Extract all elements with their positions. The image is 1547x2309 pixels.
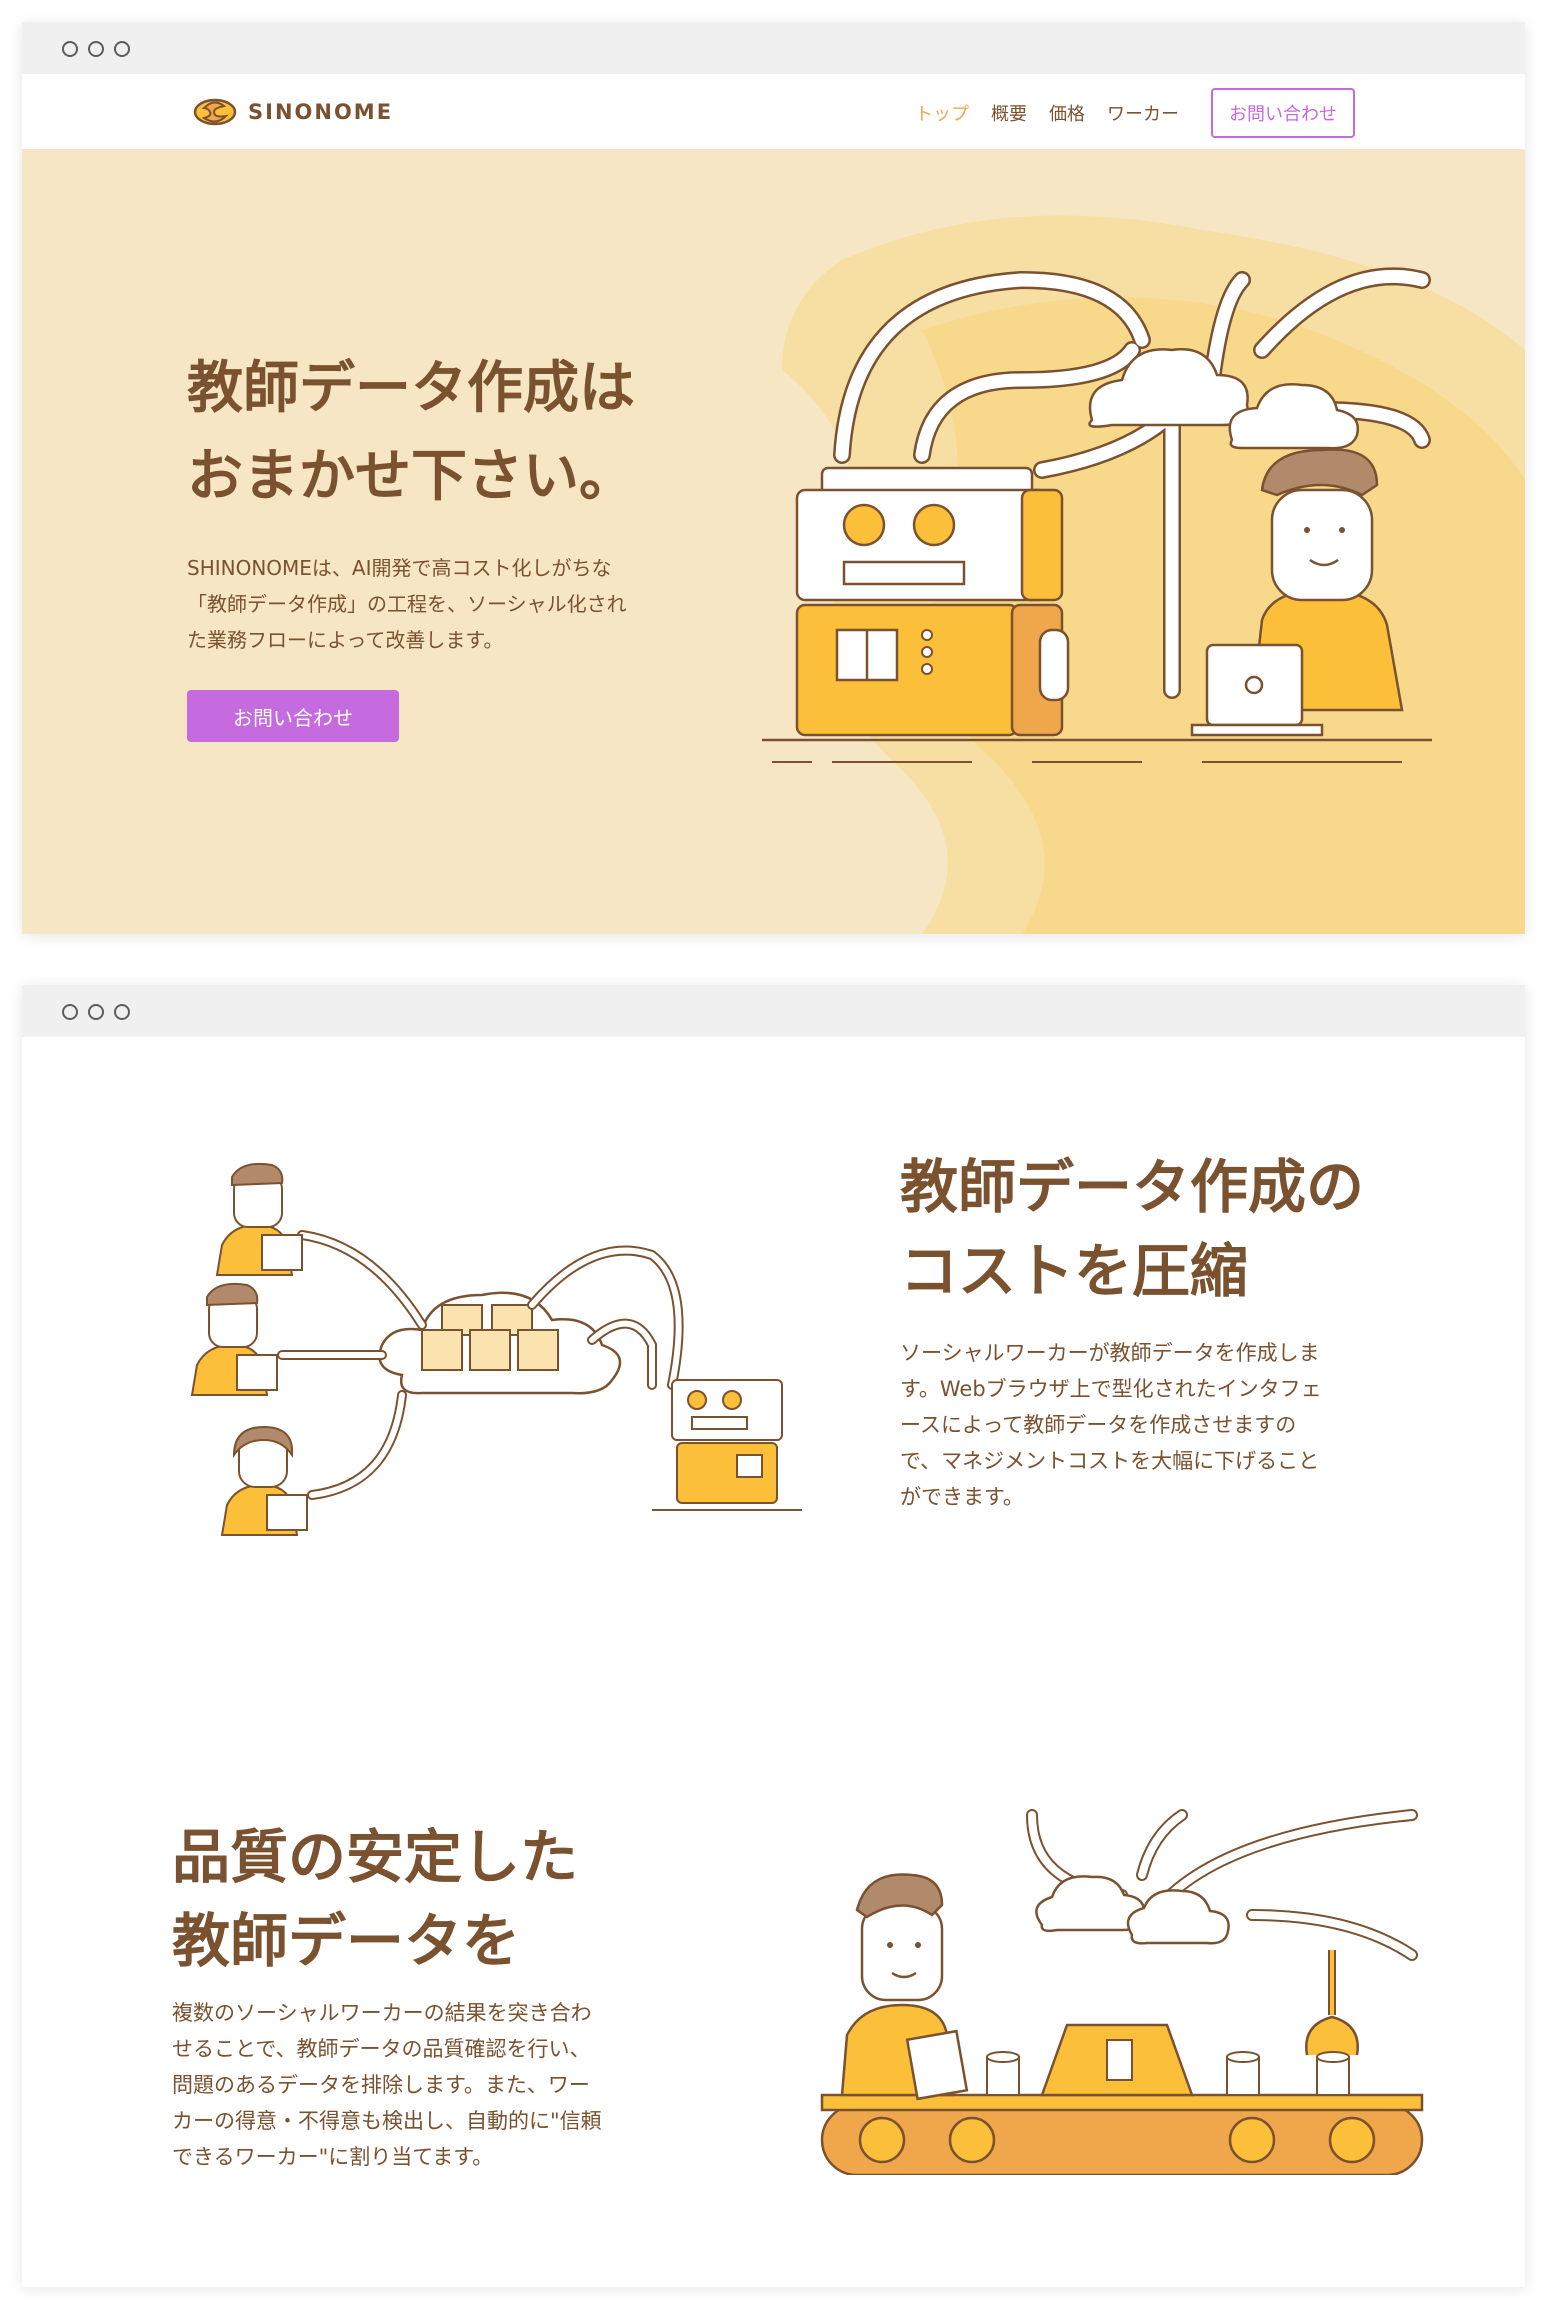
feature-cost-description-line: す。Webブラウザ上で型化されたインタフェ — [900, 1377, 1322, 1401]
feature-cost-description-line: で、マネジメントコストを大幅に下げること — [900, 1449, 1320, 1473]
feature-quality-description-line: せることで、教師データの品質確認を行い、 — [172, 2037, 591, 2061]
feature-cost-description-line: ソーシャルワーカーが教師データを作成しま — [900, 1341, 1320, 1365]
hero-description-line: 「教師データ作成」の工程を、ソーシャル化され — [187, 592, 627, 616]
nav-item-overview[interactable]: 概要 — [991, 100, 1027, 126]
main-nav: トップ 概要 価格 ワーカー お問い合わせ — [915, 88, 1355, 138]
cost-reduction-illustration — [190, 1162, 802, 1536]
nav-item-top[interactable]: トップ — [915, 100, 969, 126]
hero-description-line: SHINONOMEは、AI開発で高コスト化しがちな — [187, 556, 612, 580]
feature-quality-description: 複数のソーシャルワーカーの結果を突き合わ せることで、教師データの品質確認を行い… — [172, 1995, 672, 2175]
hero-title: 教師データ作成は おまかせ下さい。 — [187, 345, 747, 521]
browser-dot-icon[interactable] — [114, 41, 130, 57]
quality-illustration — [820, 1809, 1424, 2175]
feature-cost-description-line: ースによって教師データを作成させますの — [900, 1413, 1297, 1437]
brand-name: SINONOME — [248, 100, 394, 124]
browser-titlebar — [22, 985, 1525, 1037]
browser-dot-icon[interactable] — [114, 1004, 130, 1020]
feature-quality-title-line-2: 教師データを — [172, 1907, 521, 1975]
browser-window-hero: SINONOME トップ 概要 価格 ワーカー お問い合わせ 教師データ作成は … — [22, 22, 1525, 934]
feature-quality-description-line: 複数のソーシャルワーカーの結果を突き合わ — [172, 2001, 592, 2025]
feature-quality-title: 品質の安定した 教師データを — [172, 1815, 692, 1983]
hero-title-line-1: 教師データ作成は — [187, 356, 635, 421]
feature-quality-description-line: カーの得意・不得意も検出し、自動的に"信頼 — [172, 2109, 602, 2133]
logo[interactable]: SINONOME — [192, 94, 393, 130]
hero-contact-button[interactable]: お問い合わせ — [187, 690, 399, 742]
feature-quality-title-line-1: 品質の安定した — [172, 1823, 579, 1891]
browser-dot-icon[interactable] — [62, 41, 78, 57]
nav-contact-button[interactable]: お問い合わせ — [1211, 88, 1355, 138]
feature-cost-title-line-1: 教師データ作成の — [900, 1153, 1365, 1221]
feature-cost-description: ソーシャルワーカーが教師データを作成しま す。Webブラウザ上で型化されたインタ… — [900, 1335, 1420, 1515]
feature-cost-description-line: ができます。 — [900, 1485, 1024, 1509]
hero-title-line-2: おまかせ下さい。 — [187, 444, 635, 509]
browser-dot-icon[interactable] — [88, 1004, 104, 1020]
feature-quality-description-line: 問題のあるデータを排除します。また、ワー — [172, 2073, 590, 2097]
feature-cost-title: 教師データ作成の コストを圧縮 — [900, 1145, 1460, 1313]
browser-dot-icon[interactable] — [62, 1004, 78, 1020]
browser-window-features: 教師データ作成の コストを圧縮 ソーシャルワーカーが教師データを作成しま す。W… — [22, 985, 1525, 2287]
site-header: SINONOME トップ 概要 価格 ワーカー お問い合わせ — [22, 74, 1525, 150]
browser-dot-icon[interactable] — [88, 41, 104, 57]
nav-item-workers[interactable]: ワーカー — [1107, 100, 1179, 126]
feature-cost-title-line-2: コストを圧縮 — [900, 1237, 1249, 1305]
hero-description: SHINONOMEは、AI開発で高コスト化しがちな 「教師データ作成」の工程を、… — [187, 550, 657, 658]
logo-mark-icon — [193, 98, 237, 126]
browser-titlebar — [22, 22, 1525, 74]
nav-item-pricing[interactable]: 価格 — [1049, 100, 1085, 126]
hero-illustration — [762, 215, 1525, 934]
hero-section: 教師データ作成は おまかせ下さい。 SHINONOMEは、AI開発で高コスト化し… — [22, 150, 1525, 934]
hero-description-line: た業務フローによって改善します。 — [187, 628, 504, 652]
feature-quality-description-line: できるワーカー"に割り当てます。 — [172, 2145, 494, 2169]
